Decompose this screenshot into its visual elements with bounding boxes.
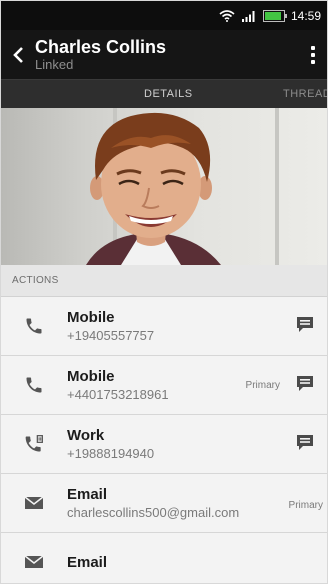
message-icon [297, 376, 313, 391]
row-value: +4401753218961 [67, 386, 169, 402]
phone-icon [26, 318, 42, 334]
row-value: +19405557757 [67, 327, 155, 343]
row-label: Email [67, 553, 108, 571]
primary-badge: Primary [288, 500, 323, 511]
row-label: Mobile [67, 367, 115, 385]
row-label: Work [67, 426, 105, 444]
send-message-button[interactable] [295, 375, 315, 398]
tab-details[interactable]: DETAILS [144, 88, 193, 100]
overflow-dot [311, 45, 315, 50]
overflow-dot [311, 52, 315, 57]
email-icon [24, 496, 44, 509]
primary-badge: Primary [245, 380, 280, 391]
list-item-email-1[interactable]: Email charlescollins500@gmail.com Primar… [1, 474, 327, 533]
message-icon [297, 317, 313, 332]
send-message-button[interactable] [295, 316, 315, 339]
contact-details-screen: 14:59 Charles Collins Linked DETAILS THR… [0, 0, 328, 584]
contact-subtitle: Linked [35, 56, 74, 72]
back-arrow-icon [13, 46, 23, 63]
row-label: Mobile [67, 308, 115, 326]
send-message-button[interactable] [295, 434, 315, 457]
tab-bar: DETAILS THREADS [1, 79, 327, 108]
actions-section-header: ACTIONS [1, 265, 327, 297]
tab-threads[interactable]: THREADS [283, 88, 327, 100]
list-item-work[interactable]: Work +19888194940 [1, 415, 327, 474]
contact-name: Charles Collins [35, 36, 167, 57]
work-phone-icon [25, 435, 43, 452]
app-bar: Charles Collins Linked [1, 30, 327, 79]
list-item-email-2[interactable]: Email [1, 533, 327, 583]
status-bar: 14:59 [1, 1, 327, 30]
overflow-menu-button[interactable] [299, 45, 327, 64]
message-icon [297, 435, 313, 450]
wifi-icon [219, 9, 235, 22]
contact-photo [1, 108, 327, 265]
phone-icon [26, 377, 42, 393]
email-icon [24, 555, 44, 568]
row-value: +19888194940 [67, 445, 155, 461]
overflow-dot [311, 59, 315, 64]
battery-icon [262, 9, 287, 22]
signal-icon [241, 10, 255, 22]
contact-portrait [86, 112, 221, 265]
list-item-mobile-2[interactable]: Mobile +4401753218961 Primary [1, 356, 327, 415]
back-button[interactable] [1, 30, 35, 79]
list-item-mobile-1[interactable]: Mobile +19405557757 [1, 297, 327, 356]
status-time: 14:59 [290, 8, 321, 23]
